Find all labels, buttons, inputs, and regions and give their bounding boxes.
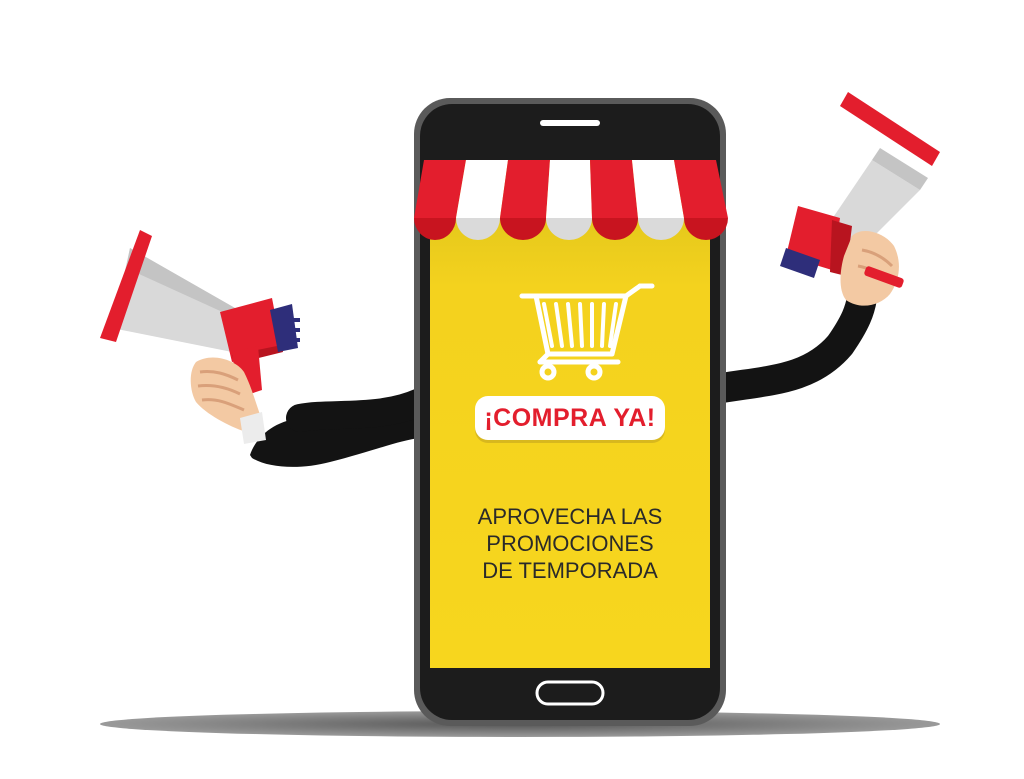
store-awning bbox=[414, 160, 728, 240]
right-arm bbox=[707, 283, 877, 403]
left-arm bbox=[250, 388, 434, 467]
illustration-canvas bbox=[100, 92, 940, 737]
speaker bbox=[540, 120, 600, 126]
compra-ya-button[interactable]: ¡COMPRA YA! bbox=[475, 396, 665, 440]
right-hand bbox=[840, 231, 904, 306]
ad-illustration: ¡COMPRA YA! APROVECHA LAS PROMOCIONES DE… bbox=[0, 0, 1024, 779]
